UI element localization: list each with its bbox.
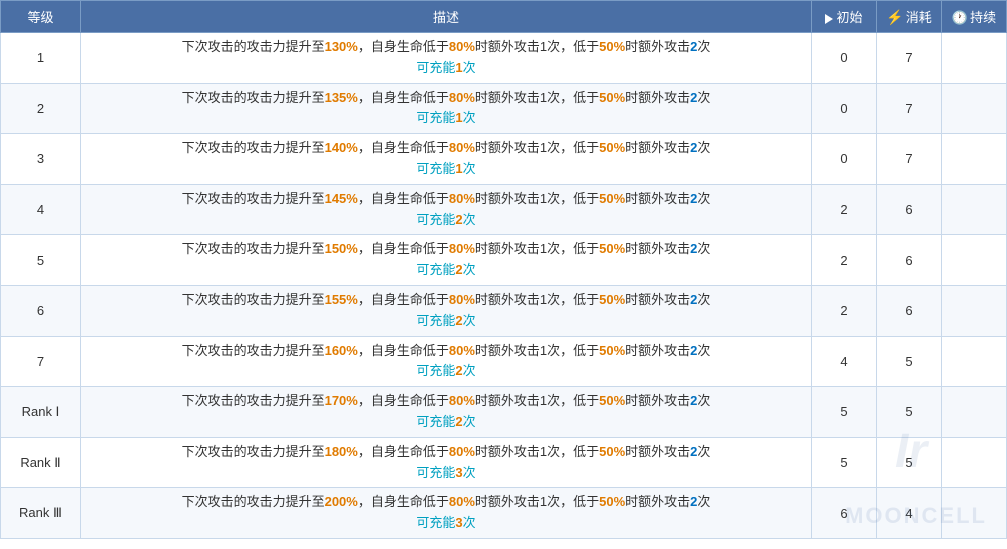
cell-level: 2 <box>1 83 81 134</box>
cell-consume: 5 <box>877 437 942 488</box>
table-row: 1下次攻击的攻击力提升至130%，自身生命低于80%时额外攻击1次，低于50%时… <box>1 33 1007 84</box>
cell-level: 3 <box>1 134 81 185</box>
cell-level: Rank Ⅲ <box>1 488 81 539</box>
col-header-level: 等级 <box>1 1 81 33</box>
table-row: Rank Ⅱ下次攻击的攻击力提升至180%，自身生命低于80%时额外攻击1次，低… <box>1 437 1007 488</box>
cell-level: Rank Ⅰ <box>1 387 81 438</box>
cell-start: 4 <box>812 336 877 387</box>
col-header-consume: ⚡消耗 <box>877 1 942 33</box>
cell-continue <box>942 336 1007 387</box>
cell-consume: 7 <box>877 83 942 134</box>
cell-continue <box>942 184 1007 235</box>
cell-start: 5 <box>812 387 877 438</box>
cell-continue <box>942 437 1007 488</box>
cell-desc: 下次攻击的攻击力提升至135%，自身生命低于80%时额外攻击1次，低于50%时额… <box>81 83 812 134</box>
clock-icon: 🕐 <box>952 10 968 25</box>
table-wrapper: 等级 描述 初始 ⚡消耗 🕐持续 1下次攻击的攻击力提升至130%，自身生命低于… <box>0 0 1007 539</box>
cell-start: 6 <box>812 488 877 539</box>
col-header-desc: 描述 <box>81 1 812 33</box>
cell-desc: 下次攻击的攻击力提升至160%，自身生命低于80%时额外攻击1次，低于50%时额… <box>81 336 812 387</box>
cell-desc: 下次攻击的攻击力提升至180%，自身生命低于80%时额外攻击1次，低于50%时额… <box>81 437 812 488</box>
cell-consume: 6 <box>877 235 942 286</box>
cell-level: 4 <box>1 184 81 235</box>
cell-desc: 下次攻击的攻击力提升至150%，自身生命低于80%时额外攻击1次，低于50%时额… <box>81 235 812 286</box>
cell-desc: 下次攻击的攻击力提升至170%，自身生命低于80%时额外攻击1次，低于50%时额… <box>81 387 812 438</box>
cell-start: 0 <box>812 83 877 134</box>
cell-level: 7 <box>1 336 81 387</box>
cell-consume: 7 <box>877 33 942 84</box>
cell-start: 0 <box>812 33 877 84</box>
cell-continue <box>942 285 1007 336</box>
cell-continue <box>942 488 1007 539</box>
table-row: Rank Ⅲ下次攻击的攻击力提升至200%，自身生命低于80%时额外攻击1次，低… <box>1 488 1007 539</box>
cell-consume: 6 <box>877 285 942 336</box>
cell-consume: 6 <box>877 184 942 235</box>
cell-continue <box>942 235 1007 286</box>
lightning-icon: ⚡ <box>886 9 903 25</box>
col-header-start: 初始 <box>812 1 877 33</box>
table-row: Rank Ⅰ下次攻击的攻击力提升至170%，自身生命低于80%时额外攻击1次，低… <box>1 387 1007 438</box>
cell-start: 2 <box>812 235 877 286</box>
cell-consume: 5 <box>877 387 942 438</box>
triangle-icon <box>825 14 833 24</box>
cell-consume: 4 <box>877 488 942 539</box>
table-row: 5下次攻击的攻击力提升至150%，自身生命低于80%时额外攻击1次，低于50%时… <box>1 235 1007 286</box>
cell-start: 2 <box>812 184 877 235</box>
cell-level: Rank Ⅱ <box>1 437 81 488</box>
cell-desc: 下次攻击的攻击力提升至140%，自身生命低于80%时额外攻击1次，低于50%时额… <box>81 134 812 185</box>
cell-level: 6 <box>1 285 81 336</box>
cell-consume: 5 <box>877 336 942 387</box>
table-row: 7下次攻击的攻击力提升至160%，自身生命低于80%时额外攻击1次，低于50%时… <box>1 336 1007 387</box>
cell-desc: 下次攻击的攻击力提升至200%，自身生命低于80%时额外攻击1次，低于50%时额… <box>81 488 812 539</box>
col-header-continue: 🕐持续 <box>942 1 1007 33</box>
cell-continue <box>942 134 1007 185</box>
cell-desc: 下次攻击的攻击力提升至130%，自身生命低于80%时额外攻击1次，低于50%时额… <box>81 33 812 84</box>
cell-continue <box>942 83 1007 134</box>
cell-level: 1 <box>1 33 81 84</box>
cell-continue <box>942 33 1007 84</box>
table-row: 2下次攻击的攻击力提升至135%，自身生命低于80%时额外攻击1次，低于50%时… <box>1 83 1007 134</box>
cell-desc: 下次攻击的攻击力提升至155%，自身生命低于80%时额外攻击1次，低于50%时额… <box>81 285 812 336</box>
table-row: 4下次攻击的攻击力提升至145%，自身生命低于80%时额外攻击1次，低于50%时… <box>1 184 1007 235</box>
skill-table: 等级 描述 初始 ⚡消耗 🕐持续 1下次攻击的攻击力提升至130%，自身生命低于… <box>0 0 1007 539</box>
cell-start: 0 <box>812 134 877 185</box>
cell-start: 5 <box>812 437 877 488</box>
cell-start: 2 <box>812 285 877 336</box>
cell-desc: 下次攻击的攻击力提升至145%，自身生命低于80%时额外攻击1次，低于50%时额… <box>81 184 812 235</box>
table-row: 3下次攻击的攻击力提升至140%，自身生命低于80%时额外攻击1次，低于50%时… <box>1 134 1007 185</box>
cell-consume: 7 <box>877 134 942 185</box>
cell-level: 5 <box>1 235 81 286</box>
cell-continue <box>942 387 1007 438</box>
table-row: 6下次攻击的攻击力提升至155%，自身生命低于80%时额外攻击1次，低于50%时… <box>1 285 1007 336</box>
